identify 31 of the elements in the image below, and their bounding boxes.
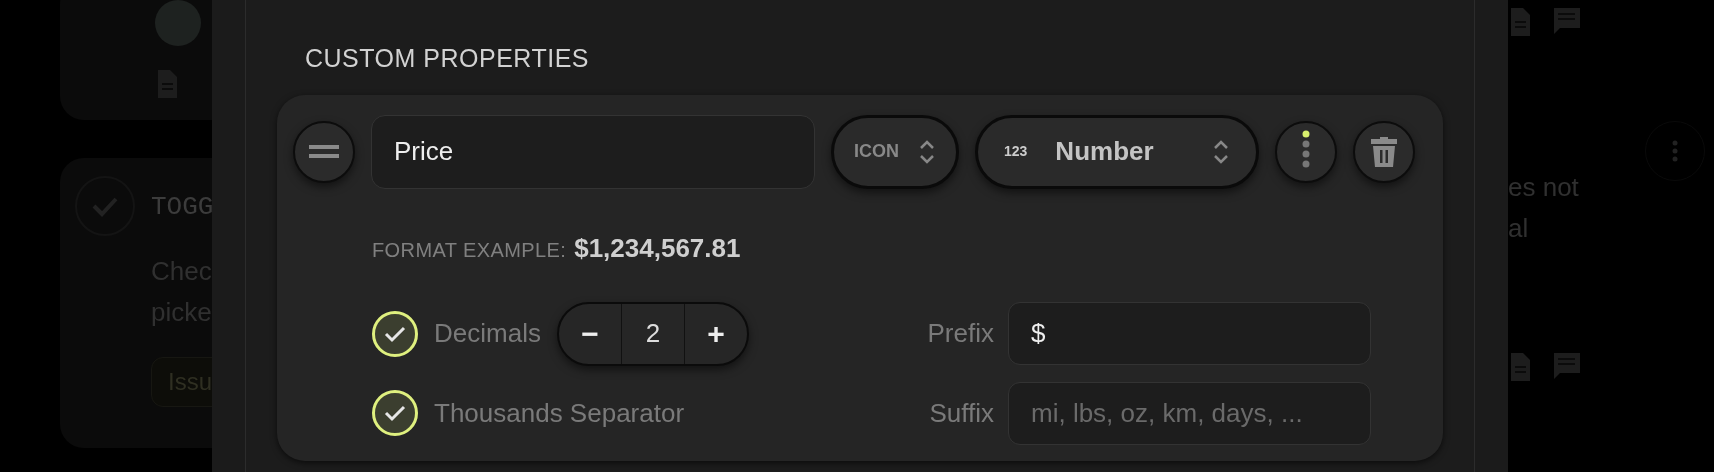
- increment-button[interactable]: +: [684, 303, 747, 364]
- option-label: Decimals: [434, 317, 541, 350]
- chevron-icon: [1212, 139, 1230, 164]
- section-title: CUSTOM PROPERTIES: [305, 45, 590, 73]
- number-type-icon: 123: [1004, 141, 1028, 162]
- trash-icon: [1371, 136, 1397, 167]
- type-select[interactable]: 123 Number: [975, 114, 1259, 189]
- format-label: FORMAT EXAMPLE:: [372, 237, 567, 263]
- drag-icon: [309, 144, 339, 159]
- text-field[interactable]: mi, lbs, oz, km, days, ...: [1008, 381, 1371, 445]
- comment-icon: [1554, 353, 1580, 379]
- checkbox[interactable]: [372, 390, 418, 436]
- decrement-button[interactable]: −: [558, 303, 621, 364]
- stepper-value: 2: [620, 303, 685, 364]
- document-icon: [1508, 8, 1530, 36]
- field-label: Prefix: [926, 317, 994, 350]
- check-icon: [91, 195, 119, 217]
- text-field[interactable]: $: [1008, 302, 1371, 365]
- icon-select[interactable]: ICON: [831, 114, 959, 189]
- document-icon: [1508, 353, 1530, 381]
- name-field[interactable]: Price: [371, 114, 815, 189]
- option-label: Thousands Separator: [434, 396, 685, 430]
- format-example: $1,234,567.81: [574, 231, 741, 265]
- check-icon: [384, 324, 406, 343]
- comment-icon: [1554, 8, 1580, 34]
- field-label: Suffix: [928, 396, 994, 430]
- more-icon: [1672, 140, 1678, 162]
- check-icon: [384, 404, 406, 422]
- avatar: [155, 0, 201, 46]
- chevron-icon: [918, 139, 936, 164]
- checkbox[interactable]: [372, 310, 418, 357]
